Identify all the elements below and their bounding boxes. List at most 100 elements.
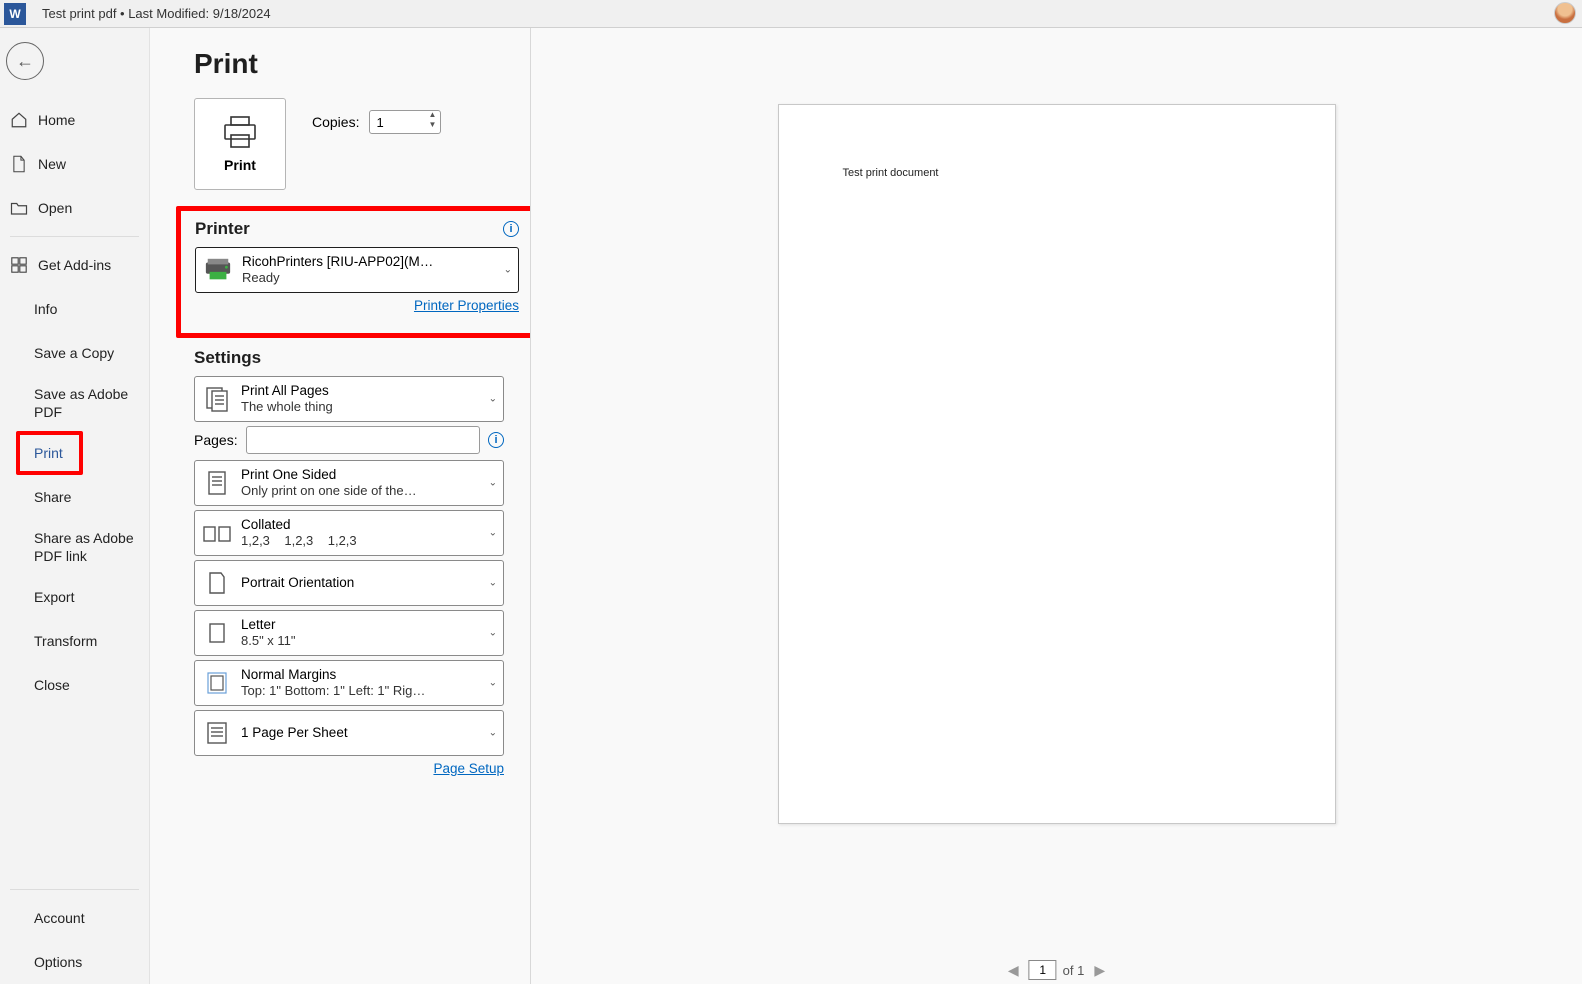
home-icon bbox=[10, 111, 28, 129]
sidebar-label: Print bbox=[34, 445, 63, 461]
combo-title: Print One Sided bbox=[241, 466, 417, 484]
sidebar-label: Account bbox=[34, 910, 85, 926]
highlight-box-printer-section: Printer i RicohPrinters [RIU-APP02](M… R… bbox=[176, 206, 538, 338]
sidebar-item-close[interactable]: Close bbox=[0, 663, 149, 707]
sidebar-item-transform[interactable]: Transform bbox=[0, 619, 149, 663]
printer-selector[interactable]: RicohPrinters [RIU-APP02](M… Ready ⌄ bbox=[195, 247, 519, 293]
settings-section-heading: Settings bbox=[194, 348, 261, 368]
user-avatar[interactable] bbox=[1554, 2, 1576, 24]
pages-label: Pages: bbox=[194, 432, 238, 448]
sidebar-item-home[interactable]: Home bbox=[0, 98, 149, 142]
sidebar-item-save-adobe[interactable]: Save as Adobe PDF bbox=[0, 375, 149, 431]
sidebar-item-open[interactable]: Open bbox=[0, 186, 149, 230]
printer-section-heading: Printer bbox=[195, 219, 250, 239]
highlight-box-print-nav: Print bbox=[16, 431, 83, 475]
preview-document-text: Test print document bbox=[843, 167, 1271, 179]
prev-page-button[interactable]: ◀ bbox=[1004, 962, 1023, 979]
chevron-down-icon: ⌄ bbox=[504, 265, 512, 276]
page-title: Print bbox=[194, 48, 504, 80]
combo-subtitle: 1,2,3 1,2,3 1,2,3 bbox=[241, 533, 357, 550]
combo-title: Letter bbox=[241, 616, 296, 634]
printer-icon bbox=[220, 115, 260, 149]
chevron-down-icon: ⌄ bbox=[489, 678, 497, 689]
sidebar-item-new[interactable]: New bbox=[0, 142, 149, 186]
preview-page: Test print document bbox=[778, 104, 1336, 824]
next-page-button[interactable]: ▶ bbox=[1090, 962, 1109, 979]
chevron-down-icon: ⌄ bbox=[489, 728, 497, 739]
word-icon: W bbox=[4, 3, 26, 25]
sidebar-item-options[interactable]: Options bbox=[0, 940, 149, 984]
letter-icon bbox=[203, 619, 231, 647]
page-setup-link[interactable]: Page Setup bbox=[433, 761, 504, 776]
print-button[interactable]: Print bbox=[194, 98, 286, 190]
info-icon[interactable]: i bbox=[503, 221, 519, 237]
info-icon[interactable]: i bbox=[488, 432, 504, 448]
combo-title: Print All Pages bbox=[241, 382, 333, 400]
sidebar-item-save-copy[interactable]: Save a Copy bbox=[0, 331, 149, 375]
margins-selector[interactable]: Normal Margins Top: 1" Bottom: 1" Left: … bbox=[194, 660, 504, 706]
chevron-down-icon: ⌄ bbox=[489, 528, 497, 539]
sidebar-label: Save as Adobe PDF bbox=[34, 385, 139, 421]
open-folder-icon bbox=[10, 199, 28, 217]
sidebar-item-export[interactable]: Export bbox=[0, 575, 149, 619]
pages-per-sheet-selector[interactable]: 1 Page Per Sheet ⌄ bbox=[194, 710, 504, 756]
sides-selector[interactable]: Print One Sided Only print on one side o… bbox=[194, 460, 504, 506]
sidebar-label: Open bbox=[38, 200, 72, 216]
paper-size-selector[interactable]: Letter 8.5" x 11" ⌄ bbox=[194, 610, 504, 656]
portrait-icon bbox=[203, 569, 231, 597]
combo-subtitle: Top: 1" Bottom: 1" Left: 1" Rig… bbox=[241, 683, 425, 700]
chevron-down-icon: ⌄ bbox=[489, 578, 497, 589]
margins-icon bbox=[203, 669, 231, 697]
title-bar: W Test print pdf • Last Modified: 9/18/2… bbox=[0, 0, 1582, 28]
sidebar-divider bbox=[10, 236, 139, 237]
combo-title: Normal Margins bbox=[241, 666, 425, 684]
document-title: Test print pdf • Last Modified: 9/18/202… bbox=[42, 6, 271, 21]
print-settings-pane: Print Print Copies: ▲ ▼ bbox=[150, 28, 530, 984]
combo-title: 1 Page Per Sheet bbox=[241, 724, 348, 742]
sidebar-label: Home bbox=[38, 112, 75, 128]
chevron-down-icon: ⌄ bbox=[489, 478, 497, 489]
print-range-selector[interactable]: Print All Pages The whole thing ⌄ bbox=[194, 376, 504, 422]
printer-properties-link[interactable]: Printer Properties bbox=[414, 298, 519, 313]
pages-input[interactable] bbox=[246, 426, 480, 454]
sidebar-label: Info bbox=[34, 301, 57, 317]
sidebar-label: Options bbox=[34, 954, 82, 970]
orientation-selector[interactable]: Portrait Orientation ⌄ bbox=[194, 560, 504, 606]
sidebar-item-print[interactable]: Print bbox=[20, 435, 79, 471]
sidebar-item-addins[interactable]: Get Add-ins bbox=[0, 243, 149, 287]
addins-icon bbox=[10, 256, 28, 274]
combo-title: Collated bbox=[241, 516, 357, 534]
sidebar-divider bbox=[10, 889, 139, 890]
combo-subtitle: 8.5" x 11" bbox=[241, 633, 296, 650]
printer-name: RicohPrinters [RIU-APP02](M… bbox=[242, 253, 433, 271]
back-button[interactable]: ← bbox=[6, 42, 44, 80]
backstage-sidebar: ← Home New Open bbox=[0, 28, 150, 984]
page-number-input[interactable] bbox=[1029, 960, 1057, 980]
new-doc-icon bbox=[10, 155, 28, 173]
combo-subtitle: The whole thing bbox=[241, 399, 333, 416]
print-button-label: Print bbox=[224, 157, 256, 173]
collation-selector[interactable]: Collated 1,2,3 1,2,3 1,2,3 ⌄ bbox=[194, 510, 504, 556]
sidebar-label: Share bbox=[34, 489, 71, 505]
combo-title: Portrait Orientation bbox=[241, 574, 354, 592]
copies-spinner[interactable]: ▲ ▼ bbox=[425, 111, 439, 131]
print-preview-pane: Test print document ◀ of 1 ▶ bbox=[530, 28, 1582, 984]
one-sided-icon bbox=[203, 469, 231, 497]
printer-status: Ready bbox=[242, 270, 433, 287]
spinner-down-icon[interactable]: ▼ bbox=[425, 121, 439, 131]
sidebar-label: Close bbox=[34, 677, 70, 693]
sidebar-item-share-adobe[interactable]: Share as Adobe PDF link bbox=[0, 519, 149, 575]
copies-label: Copies: bbox=[312, 114, 359, 130]
back-arrow-icon: ← bbox=[16, 51, 34, 72]
chevron-down-icon: ⌄ bbox=[489, 394, 497, 405]
sidebar-label: New bbox=[38, 156, 66, 172]
sidebar-item-account[interactable]: Account bbox=[0, 896, 149, 940]
sidebar-item-info[interactable]: Info bbox=[0, 287, 149, 331]
sidebar-label: Transform bbox=[34, 633, 97, 649]
sidebar-item-share[interactable]: Share bbox=[0, 475, 149, 519]
pages-icon bbox=[203, 385, 231, 413]
printer-device-icon bbox=[204, 256, 232, 284]
sidebar-label: Export bbox=[34, 589, 74, 605]
per-sheet-icon bbox=[203, 719, 231, 747]
sidebar-label: Get Add-ins bbox=[38, 257, 111, 273]
